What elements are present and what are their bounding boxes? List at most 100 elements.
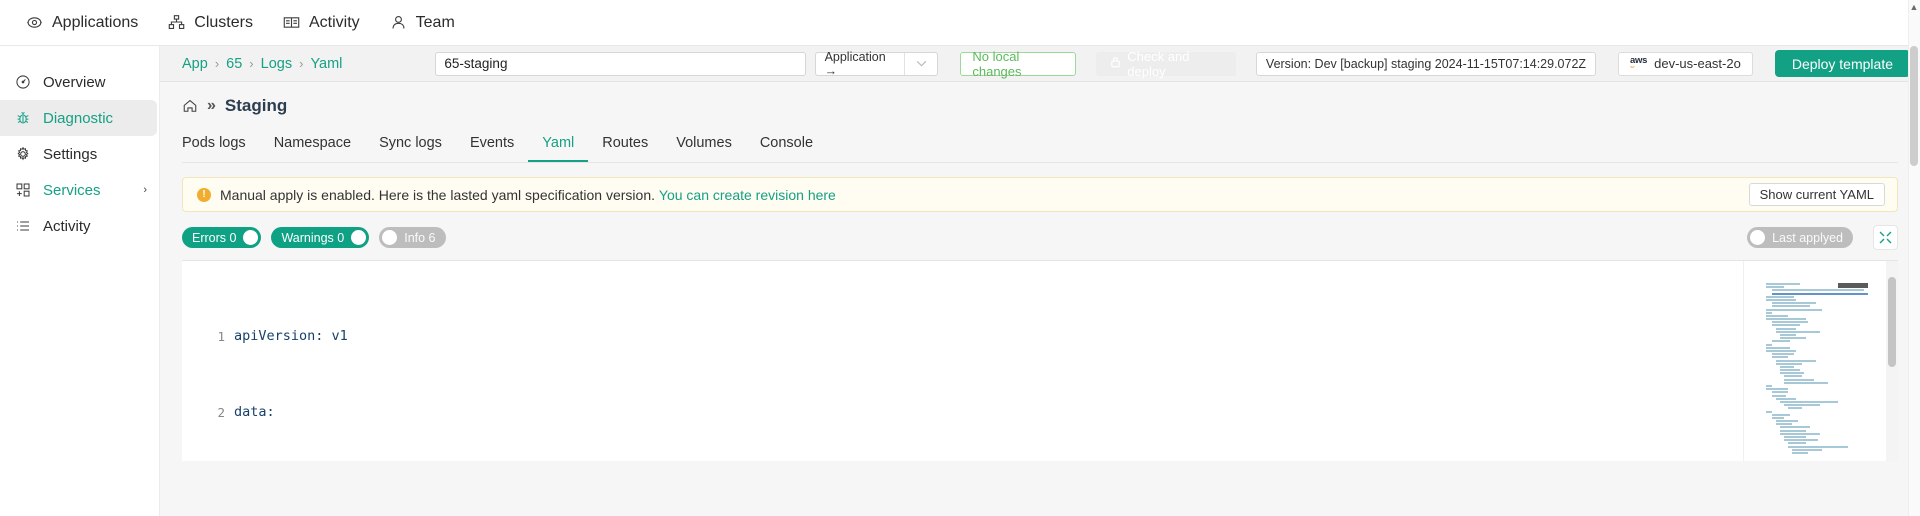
gear-icon <box>14 146 31 162</box>
tab-pods-logs[interactable]: Pods logs <box>182 135 260 162</box>
breadcrumb-separator-icon: › <box>249 56 253 71</box>
application-name-input[interactable]: 65-staging <box>435 52 805 76</box>
tab-label: Yaml <box>542 135 574 151</box>
topnav-label: Clusters <box>194 14 253 32</box>
toolbar: App › 65 › Logs › Yaml 65-staging Applic… <box>160 46 1920 82</box>
sidebar-item-diagnostic[interactable]: Diagnostic <box>0 100 157 136</box>
line-number: 2 <box>182 403 234 422</box>
line-content: data: <box>234 403 275 422</box>
list-icon <box>14 218 31 234</box>
sidebar-item-activity[interactable]: Activity <box>0 208 157 244</box>
tab-yaml[interactable]: Yaml <box>528 135 588 162</box>
breadcrumb-logs[interactable]: Logs <box>261 56 292 72</box>
aws-region-label: dev-us-east-2o <box>1654 56 1741 71</box>
tab-routes[interactable]: Routes <box>588 135 662 162</box>
no-local-changes-label: No local changes <box>972 49 1064 79</box>
banner-message: Manual apply is enabled. Here is the las… <box>220 187 655 203</box>
version-label: Version: Dev [backup] staging 2024-11-15… <box>1266 57 1586 71</box>
tab-console[interactable]: Console <box>746 135 827 162</box>
tab-events[interactable]: Events <box>456 135 528 162</box>
chevron-right-icon: › <box>143 184 147 196</box>
editor-vertical-scrollbar[interactable] <box>1886 261 1898 461</box>
show-current-yaml-label: Show current YAML <box>1760 187 1874 202</box>
editor-minimap[interactable] <box>1743 261 1868 461</box>
topnav-label: Activity <box>309 14 360 32</box>
toggle-errors[interactable]: Errors 0 <box>182 227 261 248</box>
breadcrumb: App › 65 › Logs › Yaml <box>182 56 342 72</box>
page-scrollbar-thumb[interactable] <box>1910 46 1918 166</box>
sidebar-item-label: Diagnostic <box>43 110 113 127</box>
deploy-template-button[interactable]: Deploy template <box>1775 50 1910 77</box>
tab-namespace[interactable]: Namespace <box>260 135 365 162</box>
tabs-container: Pods logs Namespace Sync logs Events Yam… <box>160 123 1920 163</box>
sidebar: Overview Diagnostic <box>0 46 160 516</box>
create-revision-link[interactable]: You can create revision here <box>659 187 836 203</box>
deploy-template-label: Deploy template <box>1792 56 1893 72</box>
toggle-knob <box>1750 230 1765 245</box>
toggle-last-applied-label: Last applyed <box>1765 231 1850 245</box>
breadcrumb-separator-icon: › <box>215 56 219 71</box>
show-current-yaml-button[interactable]: Show current YAML <box>1749 183 1885 206</box>
page-title: Staging <box>225 96 287 116</box>
expand-icon[interactable] <box>1873 225 1898 250</box>
services-grid-icon <box>14 182 31 198</box>
line-number: 1 <box>182 327 234 346</box>
check-and-deploy-label: Check and deploy <box>1127 49 1222 79</box>
topnav-item-clusters[interactable]: Clusters <box>160 0 275 46</box>
topnav-label: Applications <box>52 14 138 32</box>
topnav-item-applications[interactable]: Applications <box>18 0 160 46</box>
application-scope-label[interactable]: Application → <box>816 53 905 75</box>
sidebar-item-overview[interactable]: Overview <box>0 64 157 100</box>
tab-label: Events <box>470 135 514 151</box>
manual-apply-banner: ! Manual apply is enabled. Here is the l… <box>182 177 1898 212</box>
lock-icon <box>1110 56 1121 71</box>
page-vertical-scrollbar[interactable]: ▲ <box>1908 0 1920 516</box>
severity-filter-bar: Errors 0 Warnings 0 Info 6 Last applyed <box>160 212 1920 250</box>
toggle-last-applied[interactable]: Last applyed <box>1747 227 1853 248</box>
toggle-knob <box>382 230 397 245</box>
toggle-knob <box>351 230 366 245</box>
code-lines: 1 apiVersion: v1 2 data: 3 .dockerconfig… <box>182 261 1898 461</box>
main-content: App › 65 › Logs › Yaml 65-staging Applic… <box>160 46 1920 516</box>
application-name-value: 65-staging <box>444 56 507 71</box>
no-local-changes-badge[interactable]: No local changes <box>960 52 1076 76</box>
applications-icon <box>26 14 43 31</box>
version-selector[interactable]: Version: Dev [backup] staging 2024-11-15… <box>1256 52 1596 76</box>
aws-region-selector[interactable]: aws ⌣ dev-us-east-2o <box>1618 52 1753 76</box>
chevron-down-icon[interactable] <box>905 53 938 75</box>
toggle-info[interactable]: Info 6 <box>379 227 445 248</box>
breadcrumb-app[interactable]: App <box>182 56 208 72</box>
gauge-icon <box>14 74 31 90</box>
sidebar-item-settings[interactable]: Settings <box>0 136 157 172</box>
tab-volumes[interactable]: Volumes <box>662 135 746 162</box>
activity-book-icon <box>283 14 300 31</box>
clusters-icon <box>168 14 185 31</box>
home-icon[interactable] <box>182 98 198 114</box>
minimap-rows <box>1744 261 1868 454</box>
topnav-item-team[interactable]: Team <box>382 0 477 46</box>
sidebar-item-services[interactable]: Services › <box>0 172 157 208</box>
body-container: Overview Diagnostic <box>0 46 1920 516</box>
yaml-editor[interactable]: 1 apiVersion: v1 2 data: 3 .dockerconfig… <box>182 261 1898 461</box>
scroll-up-arrow-icon[interactable]: ▲ <box>1909 2 1919 12</box>
breadcrumb-65[interactable]: 65 <box>226 56 242 72</box>
toggle-knob <box>243 230 258 245</box>
tab-label: Namespace <box>274 135 351 151</box>
topnav-item-activity[interactable]: Activity <box>275 0 382 46</box>
sidebar-item-label: Overview <box>43 74 106 91</box>
tab-label: Routes <box>602 135 648 151</box>
warning-icon: ! <box>197 188 211 202</box>
tab-label: Console <box>760 135 813 151</box>
editor-scrollbar-thumb[interactable] <box>1888 277 1896 367</box>
page-header: » Staging <box>160 82 1920 116</box>
line-content: apiVersion: v1 <box>234 327 348 346</box>
topnav-label: Team <box>416 14 455 32</box>
app-root: Applications Clusters Activity <box>0 0 1920 516</box>
application-scope-select[interactable]: Application → <box>815 52 939 76</box>
minimap-viewport-slider[interactable] <box>1838 283 1868 288</box>
top-navigation: Applications Clusters Activity <box>0 0 1920 46</box>
toggle-warnings[interactable]: Warnings 0 <box>271 227 369 248</box>
tab-label: Sync logs <box>379 135 442 151</box>
tab-sync-logs[interactable]: Sync logs <box>365 135 456 162</box>
breadcrumb-yaml[interactable]: Yaml <box>310 56 342 72</box>
